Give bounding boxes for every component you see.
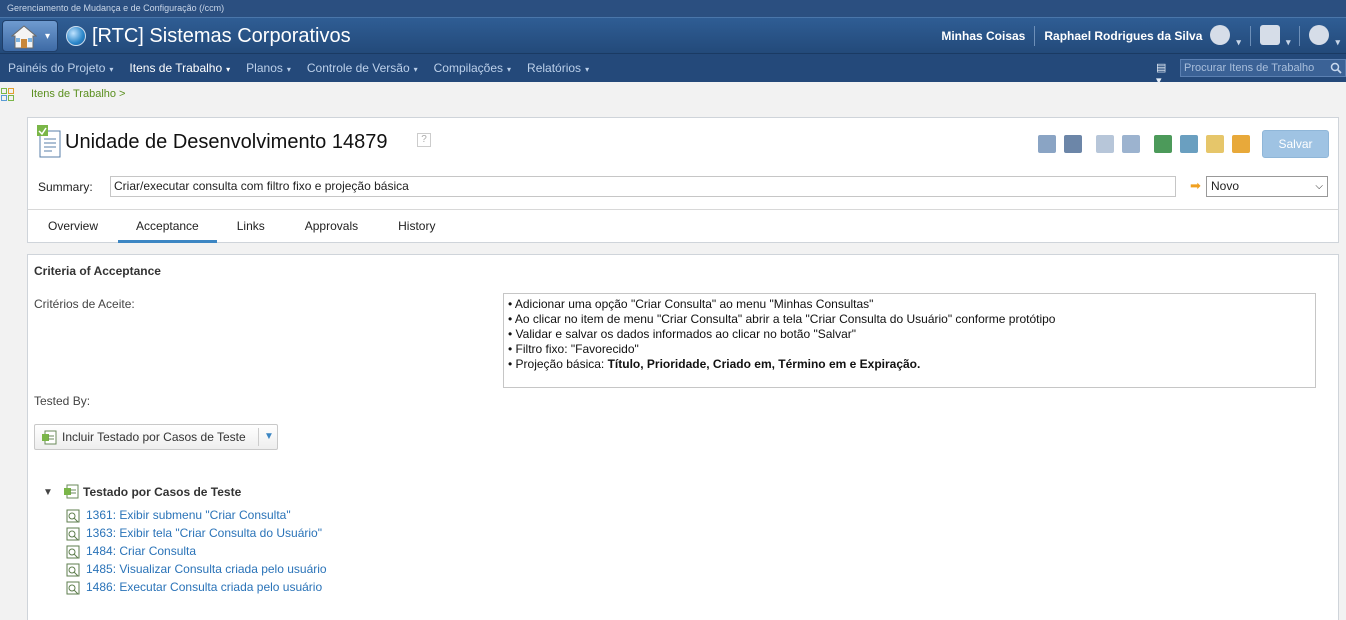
chevron-down-icon: ▾ bbox=[507, 65, 512, 74]
home-menu-button[interactable]: ▾ bbox=[2, 20, 58, 52]
print-icon[interactable] bbox=[1038, 135, 1056, 153]
users-menu[interactable]: ▾ bbox=[1210, 24, 1241, 48]
criteria-line: • Filtro fixo: "Favorecido" bbox=[508, 342, 639, 356]
state-value: Novo bbox=[1211, 179, 1240, 193]
search-icon[interactable] bbox=[1330, 62, 1342, 74]
gear-icon bbox=[1259, 24, 1280, 45]
development-unit-icon bbox=[37, 125, 61, 158]
criteria-line: • Projeção básica: Título, Prioridade, C… bbox=[508, 357, 921, 371]
chevron-down-icon: ▾ bbox=[1335, 36, 1340, 47]
collapse-triangle-icon[interactable]: ▼ bbox=[43, 487, 53, 498]
settings-menu[interactable]: ▾ bbox=[1259, 24, 1291, 48]
workflow-action-icon: ➡ bbox=[1190, 178, 1201, 193]
header-divider bbox=[1249, 26, 1251, 46]
home-icon bbox=[11, 25, 37, 49]
help-menu[interactable]: ▾ bbox=[1309, 24, 1340, 48]
nav-item-plans[interactable]: Planos ▾ bbox=[246, 61, 291, 75]
work-item-tabs: Overview Acceptance Links Approvals Hist… bbox=[28, 210, 455, 243]
breadcrumb[interactable]: Itens de Trabalho > bbox=[31, 88, 125, 100]
section-title: Criteria of Acceptance bbox=[34, 264, 161, 278]
test-case-icon bbox=[66, 581, 80, 595]
app-context-text: Gerenciamento de Mudança e de Configuraç… bbox=[7, 3, 225, 13]
chevron-down-icon: ▾ bbox=[1285, 36, 1291, 47]
project-globe-icon bbox=[66, 26, 86, 46]
copy-icon[interactable] bbox=[1122, 135, 1140, 153]
test-case-group-icon bbox=[64, 484, 79, 499]
nav-item-source-control[interactable]: Controle de Versão ▾ bbox=[307, 61, 418, 75]
refresh-icon[interactable] bbox=[1180, 135, 1198, 153]
clipboard-icon[interactable] bbox=[1206, 135, 1224, 153]
nav-item-reports[interactable]: Relatórios ▾ bbox=[527, 61, 589, 75]
snapshot-icon[interactable] bbox=[1064, 135, 1082, 153]
nav-item-builds[interactable]: Compilações ▾ bbox=[434, 61, 511, 75]
tab-overview[interactable]: Overview bbox=[28, 210, 118, 243]
include-button-label: Incluir Testado por Casos de Teste bbox=[62, 430, 246, 444]
summary-label: Summary: bbox=[38, 180, 93, 194]
test-case-icon bbox=[66, 563, 80, 577]
view-options-icon[interactable]: ▤ ▾ bbox=[1156, 61, 1170, 87]
test-case-icon bbox=[66, 509, 80, 523]
test-case-link-icon bbox=[42, 430, 57, 445]
criteria-line: • Adicionar uma opção "Criar Consulta" a… bbox=[508, 297, 874, 311]
help-icon[interactable]: ? bbox=[417, 133, 431, 147]
criteria-label: Critérios de Aceite: bbox=[34, 297, 135, 311]
criteria-field[interactable]: • Adicionar uma opção "Criar Consulta" a… bbox=[503, 293, 1316, 388]
state-select[interactable]: Novo ⌵ bbox=[1206, 176, 1328, 197]
mini-dashboard-icon[interactable] bbox=[1, 88, 14, 101]
main-nav: Painéis do Projeto ▾ Itens de Trabalho ▾ P… bbox=[0, 53, 1346, 87]
chevron-down-icon: ▾ bbox=[45, 31, 51, 42]
header-divider bbox=[1034, 26, 1036, 46]
test-case-icon bbox=[66, 545, 80, 559]
chevron-down-icon[interactable]: ▼ bbox=[264, 425, 274, 449]
user-name[interactable]: Raphael Rodrigues da Silva bbox=[1044, 29, 1202, 43]
work-item-search-input[interactable]: Procurar Itens de Trabalho bbox=[1180, 59, 1346, 77]
test-case-link[interactable]: 1361: Exibir submenu "Criar Consulta" bbox=[86, 508, 291, 522]
criteria-line: • Validar e salvar os dados informados a… bbox=[508, 327, 857, 341]
project-title: [RTC] Sistemas Corporativos bbox=[92, 25, 351, 47]
tab-links[interactable]: Links bbox=[217, 210, 285, 243]
chevron-down-icon: ▾ bbox=[109, 65, 114, 74]
test-case-link[interactable]: 1363: Exibir tela "Criar Consulta do Usu… bbox=[86, 526, 322, 540]
tested-by-label: Tested By: bbox=[34, 394, 91, 408]
work-item-title: Unidade de Desenvolvimento 14879 bbox=[65, 131, 388, 153]
chevron-down-icon: ▾ bbox=[286, 65, 291, 74]
tree-title: Testado por Casos de Teste bbox=[83, 485, 242, 499]
work-item-header: Unidade de Desenvolvimento 14879 ? Salva… bbox=[27, 117, 1339, 243]
tab-acceptance[interactable]: Acceptance bbox=[118, 210, 217, 243]
chevron-down-icon: ⌵ bbox=[1315, 181, 1323, 192]
header-right: Minhas Coisas Raphael Rodrigues da Silva… bbox=[941, 18, 1346, 54]
chevron-down-icon: ▾ bbox=[413, 65, 418, 74]
include-test-cases-button[interactable]: Incluir Testado por Casos de Teste ▼ bbox=[34, 424, 278, 450]
nav-item-project-dashboards[interactable]: Painéis do Projeto ▾ bbox=[8, 61, 113, 75]
summary-input[interactable]: Criar/executar consulta com filtro fixo … bbox=[110, 176, 1176, 197]
save-button[interactable]: Salvar bbox=[1262, 130, 1329, 158]
chevron-down-icon: ▾ bbox=[226, 65, 231, 74]
test-case-link[interactable]: 1486: Executar Consulta criada pelo usuá… bbox=[86, 580, 322, 594]
button-divider bbox=[258, 428, 259, 446]
tab-history[interactable]: History bbox=[378, 210, 455, 243]
tab-approvals[interactable]: Approvals bbox=[285, 210, 378, 243]
app-header: ▾ [RTC] Sistemas Corporativos Minhas Coi… bbox=[0, 17, 1346, 53]
header-divider bbox=[1299, 26, 1301, 46]
users-icon bbox=[1210, 24, 1231, 45]
help-icon bbox=[1309, 24, 1330, 45]
link-icon[interactable] bbox=[1154, 135, 1172, 153]
nav-item-work-items[interactable]: Itens de Trabalho ▾ bbox=[129, 61, 230, 75]
my-stuff-link[interactable]: Minhas Coisas bbox=[941, 29, 1025, 43]
criteria-line: • Ao clicar no item de menu "Criar Consu… bbox=[508, 312, 1056, 326]
duplicate-icon[interactable] bbox=[1096, 135, 1114, 153]
chevron-down-icon: ▾ bbox=[1236, 36, 1241, 47]
acceptance-panel: Criteria of Acceptance Critérios de Acei… bbox=[27, 254, 1339, 620]
app-context-bar: Gerenciamento de Mudança e de Configuraç… bbox=[0, 0, 1346, 17]
test-case-icon bbox=[66, 527, 80, 541]
test-case-link[interactable]: 1485: Visualizar Consulta criada pelo us… bbox=[86, 562, 327, 576]
test-case-link[interactable]: 1484: Criar Consulta bbox=[86, 544, 196, 558]
chevron-down-icon: ▾ bbox=[585, 65, 590, 74]
work-item-toolbar bbox=[1038, 135, 1258, 153]
sync-icon[interactable] bbox=[1232, 135, 1250, 153]
